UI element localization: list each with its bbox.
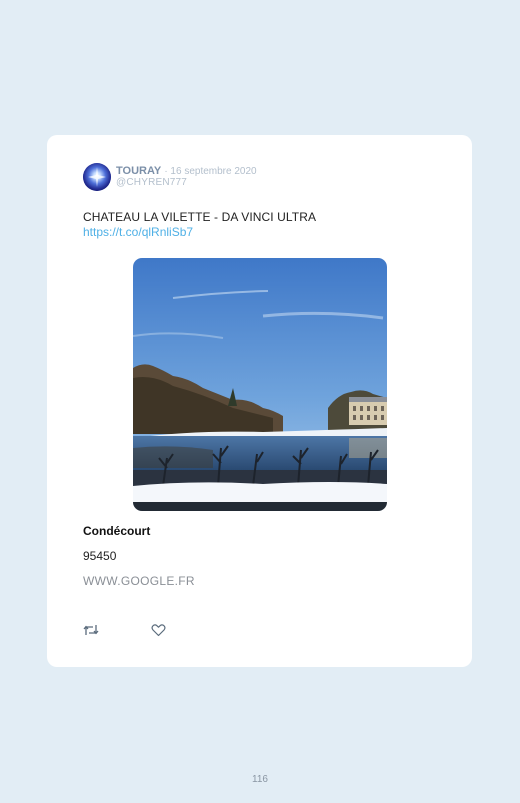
page-number: 116 [252,774,268,785]
tweet-text: CHATEAU LA VILETTE - DA VINCI ULTRA [83,210,317,224]
heart-icon[interactable] [151,623,166,637]
tweet-link[interactable]: https://t.co/qlRnliSb7 [83,225,193,240]
avatar[interactable] [83,163,111,191]
tweet-date[interactable]: · 16 septembre 2020 [164,166,256,177]
author-handle[interactable]: @CHYREN777 [116,177,187,188]
tweet-card: TOURAY · 16 septembre 2020 @CHYREN777 CH… [47,135,472,667]
retweet-icon[interactable] [83,623,99,637]
location-postal-code: 95450 [83,549,117,563]
author-name[interactable]: TOURAY [116,165,161,177]
tweet-photo[interactable] [133,258,387,511]
location-name: Condécourt [83,524,151,538]
location-website[interactable]: WWW.GOOGLE.FR [83,574,195,588]
